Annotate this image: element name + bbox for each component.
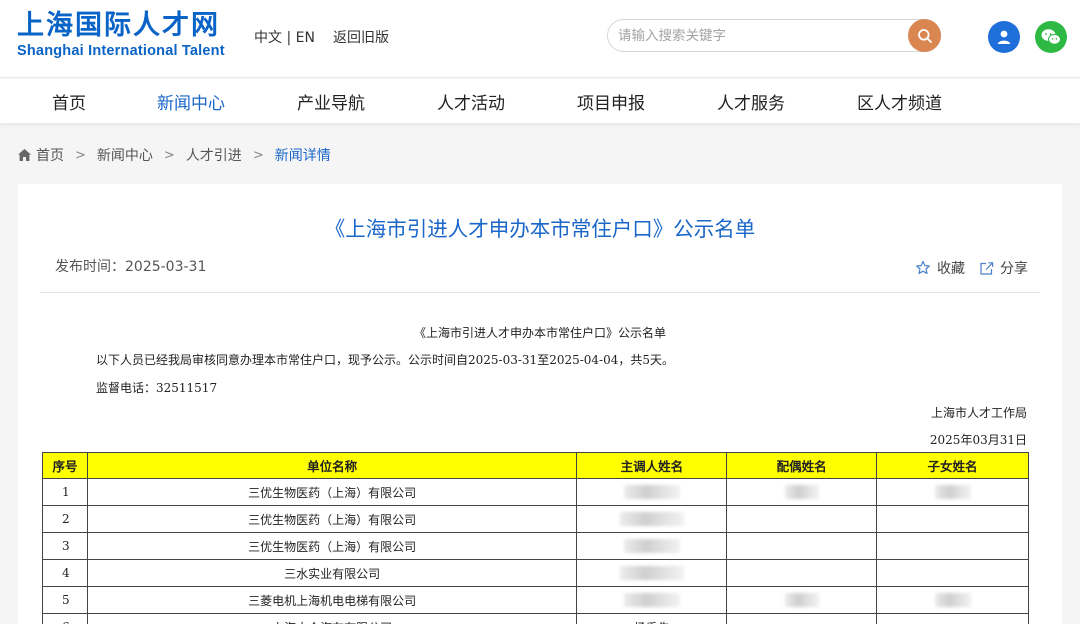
publish-time: 发布时间：2025-03-31 <box>55 259 207 275</box>
main-nav: 首页 新闻中心 产业导航 人才活动 项目申报 人才服务 区人才频道 <box>0 79 1080 123</box>
old-version-link[interactable]: 返回旧版 <box>333 27 389 47</box>
table-cell-child <box>876 505 1029 533</box>
table-cell-child <box>876 586 1029 614</box>
redacted-name <box>934 485 971 500</box>
table-row: 4 三水实业有限公司 <box>42 559 1029 587</box>
nav-item-projects[interactable]: 项目申报 <box>577 89 645 114</box>
table-cell-main <box>576 559 728 587</box>
table-row: 6上海大众汽车有限公司杨秀先 <box>42 613 1029 624</box>
share-button[interactable]: 分享 <box>979 258 1028 278</box>
table-cell-spouse <box>726 586 878 614</box>
redacted-name <box>623 539 680 554</box>
redacted-name <box>784 593 819 608</box>
table-cell-spouse <box>726 505 878 533</box>
wechat-button[interactable] <box>1035 21 1067 53</box>
table-cell-company: 三水实业有限公司 <box>86 559 578 587</box>
table-cell-main <box>576 586 728 614</box>
breadcrumb-news[interactable]: 新闻中心 <box>97 145 153 165</box>
column-header: 序号 <box>42 452 88 479</box>
table-cell-main <box>576 505 728 533</box>
column-header: 单位名称 <box>86 452 578 479</box>
redacted-name <box>619 566 684 581</box>
table-cell-child <box>876 478 1029 506</box>
wechat-icon <box>1041 29 1061 45</box>
site-logo[interactable]: 上海国际人才网 Shanghai International Talent <box>17 11 237 60</box>
logo-english: Shanghai International Talent <box>17 43 225 59</box>
chevron-right-icon: > <box>252 147 264 163</box>
issuer-name: 上海市人才工作局 <box>930 406 1027 420</box>
redacted-name <box>623 593 680 608</box>
user-icon <box>997 30 1011 44</box>
breadcrumb-current: 新闻详情 <box>274 148 331 164</box>
home-icon <box>18 149 31 161</box>
nav-item-news[interactable]: 新闻中心 <box>157 89 225 114</box>
table-cell-main: 杨秀先 <box>576 613 728 624</box>
table-cell-spouse <box>726 613 878 624</box>
star-icon <box>916 260 930 275</box>
table-cell-spouse <box>726 559 878 587</box>
table-cell-idx: 3 <box>42 532 88 560</box>
table-cell-company: 上海大众汽车有限公司 <box>86 613 578 624</box>
breadcrumb-talent[interactable]: 人才引进 <box>186 145 242 165</box>
redacted-name <box>784 485 819 500</box>
article-title: 《上海市引进人才申办本市常住户口》公示名单 <box>324 217 756 241</box>
supervision-phone: 监督电话：32511517 <box>96 381 218 395</box>
share-icon <box>980 261 994 275</box>
table-cell-idx: 5 <box>42 586 88 614</box>
column-header: 配偶姓名 <box>726 452 878 479</box>
article-card: 《上海市引进人才申办本市常住户口》公示名单 发布时间：2025-03-31 收藏… <box>18 184 1062 624</box>
column-header: 子女姓名 <box>876 452 1029 479</box>
search-button[interactable] <box>908 19 941 52</box>
user-account-button[interactable] <box>988 21 1020 53</box>
table-header-row: 序号 单位名称 主调人姓名 配偶姓名 子女姓名 <box>42 452 1029 479</box>
table-cell-idx: 4 <box>42 559 88 587</box>
nav-item-services[interactable]: 人才服务 <box>717 89 785 114</box>
table-row: 5 三菱电机上海机电电梯有限公司 <box>42 586 1029 614</box>
table-cell-main <box>576 478 728 506</box>
table-cell-child <box>876 613 1029 624</box>
document-heading: 《上海市引进人才申办本市常住户口》公示名单 <box>413 326 666 340</box>
breadcrumb-home[interactable]: 首页 <box>36 145 64 165</box>
table-cell-child <box>876 559 1029 587</box>
table-cell-company: 三优生物医药（上海）有限公司 <box>86 505 578 533</box>
language-switch[interactable]: 中文 | EN <box>254 27 315 47</box>
redacted-name <box>619 512 684 527</box>
share-label: 分享 <box>1000 261 1028 277</box>
table-cell-company: 三优生物医药（上海）有限公司 <box>86 478 578 506</box>
article-actions: 收藏 分享 <box>901 258 1028 278</box>
favorite-button[interactable]: 收藏 <box>915 258 965 278</box>
redacted-name <box>623 485 680 500</box>
chevron-right-icon: > <box>75 147 86 163</box>
favorite-label: 收藏 <box>937 261 965 277</box>
public-list-table: 序号 单位名称 主调人姓名 配偶姓名 子女姓名 1 三优生物医药（上海）有限公司 2… <box>42 452 1029 624</box>
table-cell-spouse <box>726 478 878 506</box>
nav-item-industry[interactable]: 产业导航 <box>297 89 365 114</box>
table-cell-idx: 1 <box>42 478 88 506</box>
site-header: 上海国际人才网 Shanghai International Talent 中文… <box>0 0 1080 78</box>
logo-chinese: 上海国际人才网 <box>17 10 220 41</box>
search-icon <box>917 28 932 43</box>
nav-item-district[interactable]: 区人才频道 <box>857 89 942 114</box>
column-header: 主调人姓名 <box>576 452 728 479</box>
breadcrumb: 首页 > 新闻中心 > 人才引进 > 新闻详情 <box>17 145 331 165</box>
table-cell-company: 三优生物医药（上海）有限公司 <box>86 532 578 560</box>
table-cell-spouse <box>726 532 878 560</box>
notice-text: 以下人员已经我局审核同意办理本市常住户口，现予公示。公示时间自2025-03-3… <box>96 353 675 367</box>
table-cell-main <box>576 532 728 560</box>
search-input[interactable] <box>618 26 898 46</box>
table-cell-child <box>876 532 1029 560</box>
chevron-right-icon: > <box>163 147 175 163</box>
table-cell-idx: 6 <box>42 613 88 624</box>
table-row: 1 三优生物医药（上海）有限公司 <box>42 478 1029 506</box>
divider <box>40 292 1040 293</box>
redacted-name <box>934 593 971 608</box>
issue-date: 2025年03月31日 <box>929 433 1027 447</box>
nav-item-events[interactable]: 人才活动 <box>437 89 505 114</box>
table-cell-idx: 2 <box>42 505 88 533</box>
search-box <box>607 19 941 52</box>
nav-item-home[interactable]: 首页 <box>52 89 86 114</box>
table-cell-company: 三菱电机上海机电电梯有限公司 <box>86 586 578 614</box>
table-row: 3 三优生物医药（上海）有限公司 <box>42 532 1029 560</box>
table-row: 2 三优生物医药（上海）有限公司 <box>42 505 1029 533</box>
